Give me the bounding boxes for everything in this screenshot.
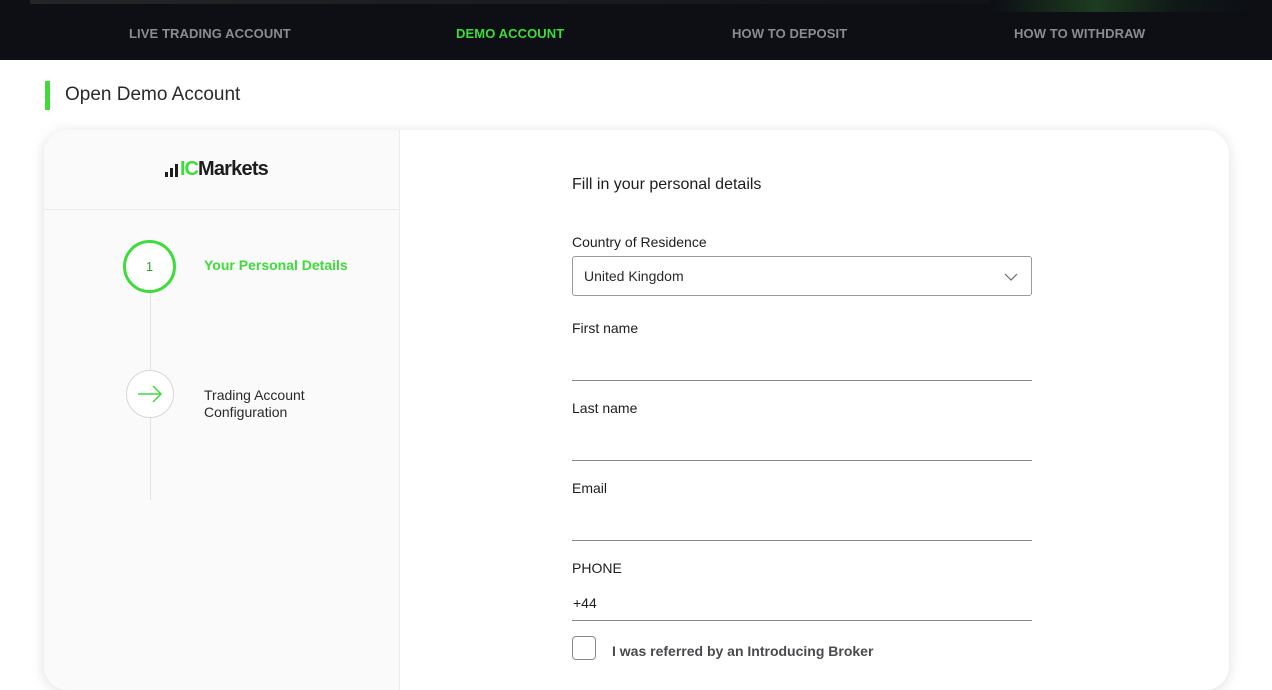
chevron-down-icon xyxy=(1004,273,1018,281)
first-name-field-wrapper xyxy=(572,345,1032,381)
country-label: Country of Residence xyxy=(572,234,707,250)
nav-how-to-deposit[interactable]: HOW TO DEPOSIT xyxy=(732,26,847,41)
referral-checkbox-label[interactable]: I was referred by an Introducing Broker xyxy=(612,643,873,659)
country-select[interactable]: United Kingdom xyxy=(572,256,1032,296)
phone-label: PHONE xyxy=(572,560,622,576)
last-name-input[interactable] xyxy=(572,425,1032,460)
first-name-input[interactable] xyxy=(572,345,1032,380)
first-name-label: First name xyxy=(572,320,639,336)
nav-demo-account[interactable]: DEMO ACCOUNT xyxy=(456,26,564,41)
step-1-number: 1 xyxy=(145,259,154,274)
ic-markets-logo: IC Markets xyxy=(165,159,269,179)
phone-input[interactable] xyxy=(572,585,1032,620)
arrow-right-icon xyxy=(138,385,163,403)
steps-panel: IC Markets 1 Your Personal Details Tradin… xyxy=(44,130,400,690)
logo-area: IC Markets xyxy=(44,130,400,210)
step-1-indicator: 1 xyxy=(123,240,176,293)
nav-live-trading-account[interactable]: LIVE TRADING ACCOUNT xyxy=(129,26,291,41)
top-navigation: LIVE TRADING ACCOUNT DEMO ACCOUNT HOW TO… xyxy=(0,0,1272,60)
email-label: Email xyxy=(572,480,608,496)
form-heading: Fill in your personal details xyxy=(572,176,762,193)
email-field-wrapper xyxy=(572,505,1032,541)
step-2-label: Trading Account Configuration xyxy=(204,387,305,420)
registration-card: IC Markets 1 Your Personal Details Tradin… xyxy=(44,130,1229,690)
step-1-label: Your Personal Details xyxy=(204,257,348,273)
referral-checkbox[interactable] xyxy=(572,636,596,660)
page-title: Open Demo Account xyxy=(65,84,241,105)
phone-field-wrapper xyxy=(572,585,1032,621)
last-name-field-wrapper xyxy=(572,425,1032,461)
header-decoration xyxy=(30,0,990,4)
nav-how-to-withdraw[interactable]: HOW TO WITHDRAW xyxy=(1014,26,1145,41)
country-select-value: United Kingdom xyxy=(584,268,684,284)
last-name-label: Last name xyxy=(572,400,638,416)
email-input[interactable] xyxy=(572,505,1032,540)
step-2-indicator xyxy=(126,370,174,418)
logo-bars-icon xyxy=(165,162,178,179)
page-title-accent xyxy=(45,81,50,110)
header-graphic xyxy=(992,0,1252,12)
